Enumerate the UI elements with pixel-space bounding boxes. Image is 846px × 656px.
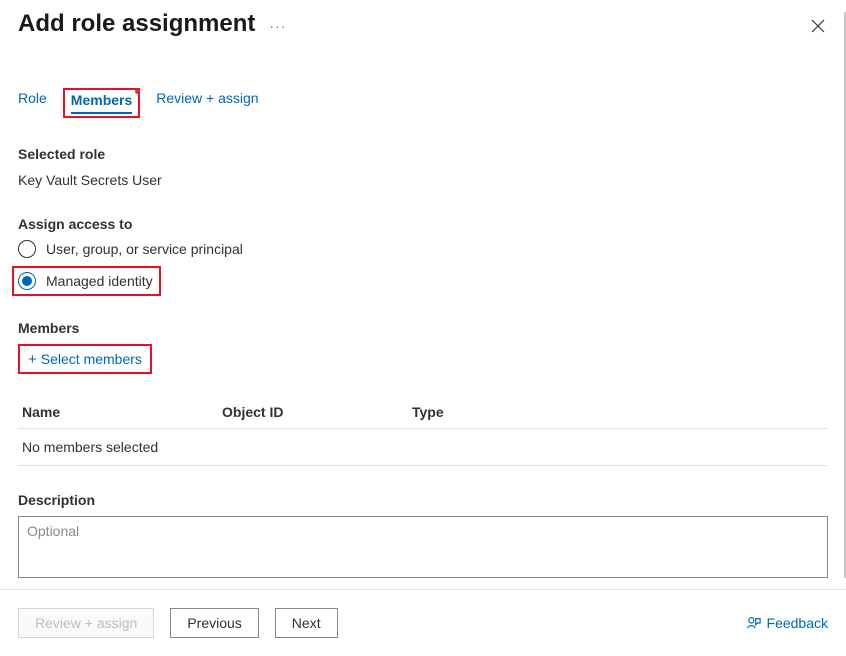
select-members-text: Select members	[41, 351, 142, 367]
wizard-tabs: Role Members Review + assign	[18, 88, 828, 118]
description-input[interactable]	[18, 516, 828, 578]
tab-review-assign[interactable]: Review + assign	[156, 88, 258, 118]
col-object-id: Object ID	[222, 404, 412, 420]
plus-icon: +	[28, 352, 37, 367]
highlight-managed-identity: Managed identity	[12, 266, 161, 296]
review-assign-button: Review + assign	[18, 608, 154, 638]
selected-role-value: Key Vault Secrets User	[18, 172, 828, 188]
select-members-link[interactable]: + Select members	[18, 344, 152, 374]
page-title: Add role assignment	[18, 10, 255, 38]
description-label: Description	[18, 492, 828, 508]
close-button[interactable]	[810, 18, 826, 37]
next-button[interactable]: Next	[275, 608, 338, 638]
col-type: Type	[412, 404, 824, 420]
radio-managed-identity[interactable]	[18, 272, 36, 290]
members-table: Name Object ID Type No members selected	[18, 396, 828, 466]
tab-role[interactable]: Role	[18, 88, 47, 118]
assign-access-label: Assign access to	[18, 216, 828, 232]
table-row-empty: No members selected	[18, 429, 828, 466]
tab-members-label: Members	[71, 92, 132, 108]
tab-members[interactable]: Members	[71, 90, 132, 114]
tab-alert-dot-icon	[135, 89, 140, 94]
assign-access-radio-group: User, group, or service principal Manage…	[18, 240, 828, 296]
radio-user-group-sp[interactable]	[18, 240, 36, 258]
wizard-footer: Review + assign Previous Next Feedback	[0, 589, 846, 656]
selected-role-label: Selected role	[18, 146, 828, 162]
previous-button[interactable]: Previous	[170, 608, 258, 638]
more-icon[interactable]: ···	[269, 18, 286, 34]
members-label: Members	[18, 320, 828, 336]
highlight-members-tab: Members	[63, 88, 140, 118]
col-name: Name	[22, 404, 222, 420]
feedback-icon	[747, 616, 761, 630]
radio-managed-identity-label: Managed identity	[46, 273, 153, 289]
feedback-text: Feedback	[767, 615, 828, 631]
feedback-link[interactable]: Feedback	[747, 615, 828, 631]
radio-user-group-sp-label: User, group, or service principal	[46, 241, 243, 257]
